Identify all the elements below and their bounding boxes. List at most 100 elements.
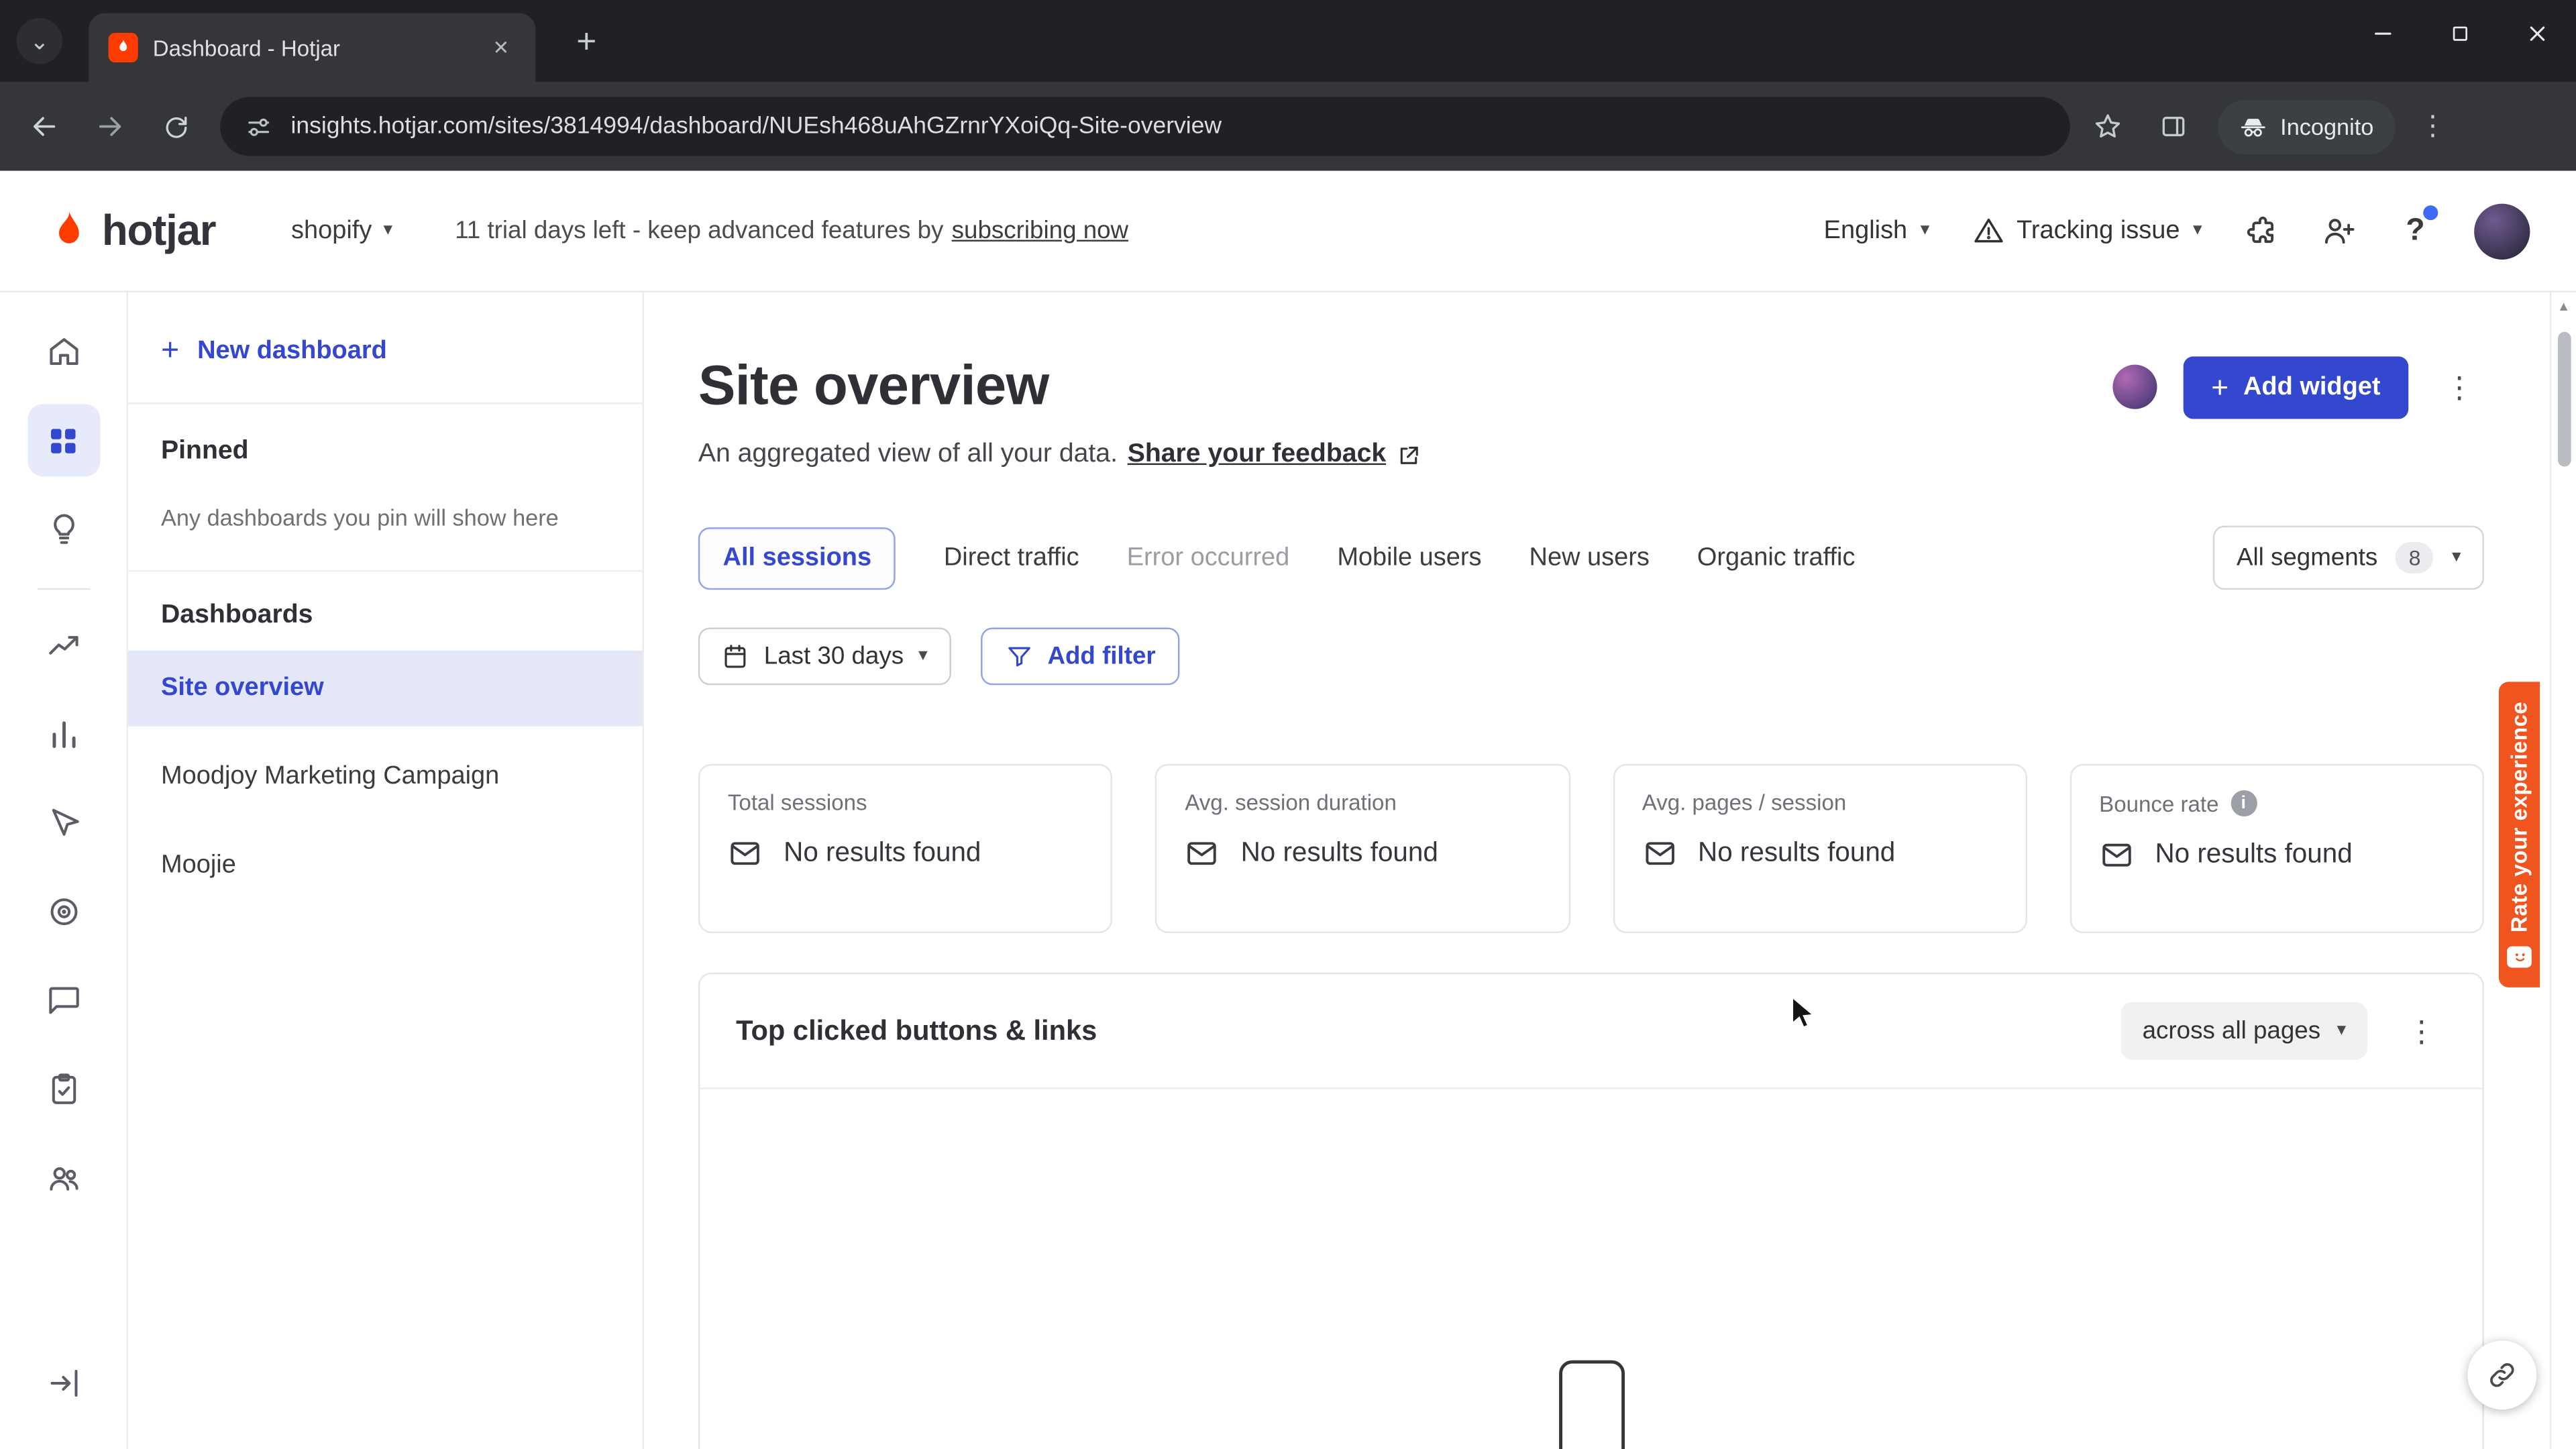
copy-link-button[interactable] xyxy=(2467,1340,2537,1410)
date-range-label: Last 30 days xyxy=(763,642,904,671)
add-widget-button[interactable]: + Add widget xyxy=(2183,356,2409,419)
language-label: English xyxy=(1823,216,1908,244)
dashboards-title: Dashboards xyxy=(161,601,313,629)
browser-menu-icon[interactable]: ⋮ xyxy=(2405,99,2461,154)
segment-all-sessions[interactable]: All sessions xyxy=(698,526,896,589)
sidebar-item-insights[interactable] xyxy=(27,493,99,566)
collaborator-avatar[interactable] xyxy=(2112,364,2157,409)
sidebar-item-home[interactable] xyxy=(27,315,99,388)
language-selector[interactable]: English ▾ xyxy=(1824,216,1930,246)
icon-sidebar xyxy=(0,292,129,1449)
dashboard-item-moodjoy[interactable]: Moodjoy Marketing Campaign xyxy=(128,739,643,815)
sidebar-item-surveys[interactable] xyxy=(27,1053,99,1126)
new-dashboard-label: New dashboard xyxy=(197,335,387,364)
browser-tab[interactable]: Dashboard - Hotjar ✕ xyxy=(89,13,536,83)
dashboards-panel: + New dashboard Pinned Any dashboards yo… xyxy=(128,292,645,1449)
maximize-button[interactable] xyxy=(2422,0,2499,66)
main-content: Site overview + Add widget ⋮ An aggregat… xyxy=(644,292,2550,1449)
segment-error-occurred[interactable]: Error occurred xyxy=(1127,543,1290,572)
chevron-down-icon: ▾ xyxy=(918,645,928,665)
info-icon[interactable]: i xyxy=(2230,790,2257,817)
share-feedback-link[interactable]: Share your feedback xyxy=(1128,440,1421,470)
sidebar-item-feedback[interactable] xyxy=(27,965,99,1037)
pinned-section: Pinned Any dashboards you pin will show … xyxy=(128,404,643,570)
add-filter-button[interactable]: Add filter xyxy=(980,627,1181,686)
screen: ⌄ Dashboard - Hotjar ✕ + insights.hotjar… xyxy=(0,0,2576,1449)
hotjar-logo[interactable]: hotjar xyxy=(46,205,217,256)
date-range-dropdown[interactable]: Last 30 days ▾ xyxy=(698,627,951,686)
widget-title: Top clicked buttons & links xyxy=(736,1014,1097,1046)
new-dashboard-button[interactable]: + New dashboard xyxy=(128,292,643,402)
metric-label: Avg. session duration xyxy=(1185,790,1397,815)
bookmark-star-icon[interactable] xyxy=(2080,99,2135,154)
trial-text: 11 trial days left - keep advanced featu… xyxy=(455,217,944,245)
calendar-icon xyxy=(724,645,746,668)
sidebar-item-funnels[interactable] xyxy=(27,698,99,771)
address-bar[interactable]: insights.hotjar.com/sites/3814994/dashbo… xyxy=(220,97,2070,156)
back-button[interactable] xyxy=(16,99,72,154)
sidebar-item-collapse[interactable] xyxy=(27,1347,99,1419)
segment-organic-traffic[interactable]: Organic traffic xyxy=(1697,543,1856,572)
page-subtitle: An aggregated view of all your data. xyxy=(698,440,1118,468)
warning-icon xyxy=(1974,218,2002,243)
sidebar-item-recordings[interactable] xyxy=(27,875,99,948)
feedback-smiley-icon xyxy=(2507,945,2532,967)
app-header: hotjar shopify ▾ 11 trial days left - ke… xyxy=(0,170,2576,292)
page-scrollbar[interactable]: ▲ xyxy=(2549,292,2576,1449)
forward-button[interactable] xyxy=(82,99,138,154)
invite-user-icon[interactable] xyxy=(2322,213,2356,248)
dashboard-item-moojie[interactable]: Moojie xyxy=(128,828,643,904)
scope-dropdown[interactable]: across all pages ▾ xyxy=(2121,1002,2367,1060)
tab-search-button[interactable]: ⌄ xyxy=(16,17,63,64)
metric-label: Total sessions xyxy=(727,790,867,815)
segment-mobile-users[interactable]: Mobile users xyxy=(1337,543,1481,572)
metric-label-text: Bounce rate xyxy=(2099,791,2219,816)
sidebar-item-dashboards[interactable] xyxy=(27,404,100,477)
metric-label: Avg. pages / session xyxy=(1642,790,1847,815)
help-button[interactable]: ? xyxy=(2399,204,2438,249)
mouse-cursor xyxy=(1786,996,1819,1032)
notification-dot xyxy=(2423,204,2438,219)
sidebar-item-trends[interactable] xyxy=(27,610,99,682)
sidebar-item-heatmaps[interactable] xyxy=(27,787,99,859)
segments-count-badge: 8 xyxy=(2396,542,2434,574)
sidebar-divider xyxy=(37,588,90,590)
dashboard-menu-icon[interactable]: ⋮ xyxy=(2434,372,2483,402)
close-button[interactable] xyxy=(2499,0,2576,66)
funnel-icon xyxy=(1008,647,1030,667)
subscribe-link[interactable]: subscribing now xyxy=(952,217,1128,245)
external-link-icon xyxy=(1399,445,1418,464)
hotjar-favicon-icon xyxy=(108,32,138,63)
incognito-icon xyxy=(2241,117,2265,136)
chevron-down-icon: ▾ xyxy=(2337,1020,2347,1040)
new-tab-button[interactable]: + xyxy=(565,21,608,64)
site-selector[interactable]: shopify ▾ xyxy=(291,216,392,246)
segment-new-users[interactable]: New users xyxy=(1529,543,1650,572)
trial-banner: 11 trial days left - keep advanced featu… xyxy=(455,217,1128,245)
page-title-row: Site overview + Add widget ⋮ xyxy=(698,355,2484,419)
metric-card-bounce-rate: Bounce rate i No results found xyxy=(2070,763,2484,934)
integrations-icon[interactable] xyxy=(2245,213,2279,248)
scroll-up-icon[interactable]: ▲ xyxy=(2551,299,2576,314)
scrollbar-thumb[interactable] xyxy=(2558,331,2571,467)
tracking-issue-selector[interactable]: Tracking issue ▾ xyxy=(1972,215,2202,247)
filter-row: Last 30 days ▾ Add filter xyxy=(698,627,2484,686)
pinned-title: Pinned xyxy=(161,437,249,466)
chevron-down-icon: ▾ xyxy=(383,220,393,240)
browser-toolbar: insights.hotjar.com/sites/3814994/dashbo… xyxy=(0,82,2576,171)
side-panel-icon[interactable] xyxy=(2145,99,2201,154)
segment-direct-traffic[interactable]: Direct traffic xyxy=(944,543,1079,572)
minimize-button[interactable] xyxy=(2345,0,2422,66)
site-info-icon[interactable] xyxy=(245,113,273,141)
tab-close-icon[interactable]: ✕ xyxy=(486,33,516,62)
reload-button[interactable] xyxy=(148,99,203,154)
sidebar-item-users[interactable] xyxy=(27,1142,99,1214)
dashboard-item-site-overview[interactable]: Site overview xyxy=(128,650,643,727)
empty-state-icon xyxy=(2102,843,2131,867)
rate-experience-tab[interactable]: Rate your experience xyxy=(2498,682,2540,987)
widget-menu-icon[interactable]: ⋮ xyxy=(2397,1016,2446,1046)
user-avatar[interactable] xyxy=(2474,203,2530,259)
all-segments-dropdown[interactable]: All segments 8 ▾ xyxy=(2213,525,2484,590)
metric-label: Bounce rate i xyxy=(2099,790,2455,817)
widget-body xyxy=(700,1089,2482,1449)
